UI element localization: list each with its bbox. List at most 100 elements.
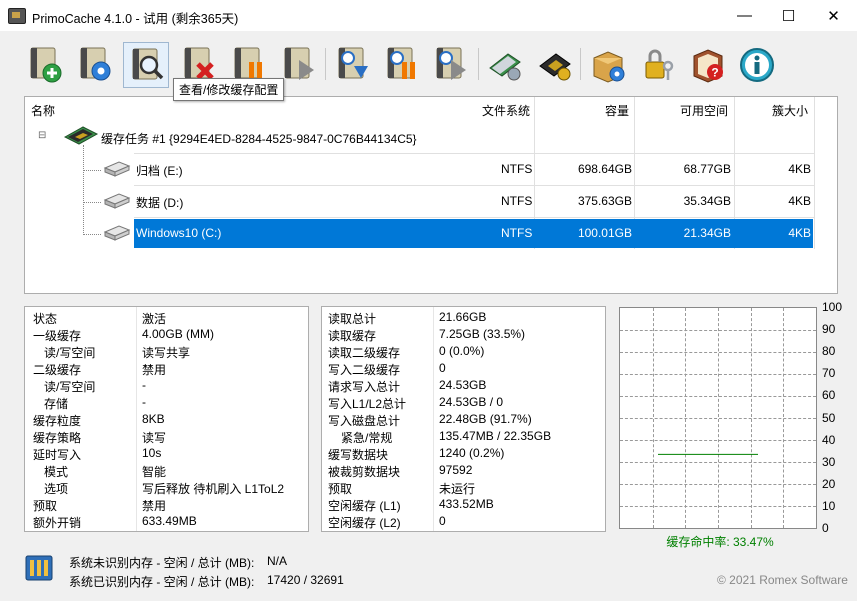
volume-free-space: 21.34GB — [683, 226, 731, 240]
row-value: 8KB — [142, 412, 165, 426]
row-value: 433.52MB — [439, 497, 494, 511]
column-capacity[interactable]: 容量 — [605, 102, 629, 119]
stats-row: 写入二级缓存 0 — [322, 359, 605, 377]
resume-all-icon — [436, 47, 466, 80]
resume-all-button[interactable] — [428, 42, 474, 88]
row-value: 633.49MB — [142, 514, 197, 528]
toolbar-separator — [478, 48, 479, 80]
config-row: 存储 - — [25, 393, 308, 411]
y-tick-label: 50 — [822, 411, 836, 425]
config-row: 二级缓存 禁用 — [25, 359, 308, 377]
pause-all-button[interactable] — [379, 42, 425, 88]
svg-text:?: ? — [711, 66, 718, 80]
stats-row: 请求写入总计 24.53GB — [322, 376, 605, 394]
config-row: 预取 禁用 — [25, 495, 308, 513]
maximize-button[interactable]: ☐ — [766, 0, 811, 31]
volume-capacity: 698.64GB — [577, 162, 632, 176]
volume-cluster-size: 4KB — [788, 162, 811, 176]
volume-free-space: 35.34GB — [683, 194, 731, 208]
config-row: 延时写入 10s — [25, 444, 308, 462]
column-free-space[interactable]: 可用空间 — [680, 102, 728, 119]
options-button[interactable] — [586, 42, 632, 88]
y-tick-label: 0 — [822, 521, 829, 535]
hit-rate-graph — [619, 307, 817, 529]
volume-free-space: 68.77GB — [683, 162, 731, 176]
volume-row-selected[interactable]: Windows10 (C:) NTFS 100.01GB 21.34GB 4KB — [25, 218, 815, 248]
column-name[interactable]: 名称 — [31, 102, 55, 119]
stats-row: 写入磁盘总计 22.48GB (91.7%) — [322, 410, 605, 428]
collapse-toggle[interactable]: ⊟ — [38, 130, 46, 141]
y-tick-label: 60 — [822, 388, 836, 402]
config-row: 读/写空间 - — [25, 376, 308, 394]
add-disk-icon — [30, 47, 62, 83]
title-bar: PrimoCache 4.1.0 - 试用 (剩余365天) — ☐ ✕ — [0, 0, 857, 31]
y-tick-label: 30 — [822, 455, 836, 469]
volume-name: 归档 (E:) — [136, 164, 183, 178]
config-row: 选项 写后释放 待机刷入 L1ToL2 — [25, 478, 308, 496]
stats-row: 被裁剪数据块 97592 — [322, 461, 605, 479]
key-lock-icon — [645, 49, 674, 80]
volume-name: Windows10 (C:) — [136, 226, 222, 240]
volume-capacity: 375.63GB — [577, 194, 632, 208]
volume-row[interactable]: 归档 (E:) NTFS 698.64GB 68.77GB 4KB — [25, 154, 815, 184]
column-cluster-size[interactable]: 簇大小 — [772, 102, 808, 119]
cache-config-panel: 状态 激活 一级缓存 4.00GB (MM) 读/写空间 读写共享 二级缓存 禁用 读/写空间 -… — [24, 306, 309, 532]
hard-drive-icon — [103, 161, 131, 177]
flush-disk-icon — [338, 47, 368, 79]
volume-row[interactable]: 数据 (D:) NTFS 375.63GB 35.34GB 4KB — [25, 186, 815, 216]
minimize-button[interactable]: — — [722, 0, 767, 31]
row-value: 22.48GB (91.7%) — [439, 412, 532, 426]
column-filesystem[interactable]: 文件系统 — [482, 102, 530, 119]
config-row: 模式 智能 — [25, 461, 308, 479]
row-value: 97592 — [439, 463, 473, 477]
search-disk-icon — [132, 48, 164, 80]
cache-settings-button[interactable] — [72, 42, 118, 88]
row-value: 24.53GB — [439, 378, 487, 392]
window-title: PrimoCache 4.1.0 - 试用 (剩余365天) — [32, 12, 239, 26]
stats-row: 读取缓存 7.25GB (33.5%) — [322, 325, 605, 343]
info-icon — [740, 48, 774, 82]
config-row: 缓存粒度 8KB — [25, 410, 308, 428]
view-config-button[interactable] — [123, 42, 169, 88]
help-button[interactable]: ? — [686, 42, 732, 88]
row-value: 4.00GB (MM) — [142, 327, 215, 341]
row-value: 0 (0.0%) — [439, 344, 485, 358]
row-value: - — [142, 395, 146, 409]
hard-drive-icon — [103, 225, 131, 241]
about-button[interactable] — [734, 42, 780, 88]
tree-header: 名称 文件系统 容量 可用空间 簇大小 — [25, 97, 835, 121]
flush-cache-button[interactable] — [330, 42, 376, 88]
cache-task-icon — [63, 126, 99, 145]
volume-cluster-size: 4KB — [788, 194, 811, 208]
memory-button[interactable] — [482, 42, 528, 88]
toolbar-separator — [325, 48, 326, 80]
memory-status-icon — [25, 555, 53, 581]
row-value: 21.66GB — [439, 310, 487, 324]
cache-task-row[interactable]: ⊟ 缓存任务 #1 {9294E4ED-8284-4525-9847-0C76B… — [25, 122, 815, 152]
package-gear-icon — [593, 51, 625, 83]
row-value: 10s — [142, 446, 162, 460]
stats-row: 读取二级缓存 0 (0.0%) — [322, 342, 605, 360]
help-book-icon: ? — [693, 49, 723, 83]
gear-disk-icon — [80, 47, 111, 81]
stats-row: 紧急/常规 135.47MB / 22.35GB — [322, 427, 605, 445]
volume-capacity: 100.01GB — [577, 226, 632, 240]
close-button[interactable]: ✕ — [811, 0, 856, 31]
cpu-button[interactable] — [532, 42, 578, 88]
volume-cluster-size: 4KB — [788, 226, 811, 240]
config-row: 状态 激活 — [25, 308, 308, 326]
stats-row: 空闲缓存 (L1) 433.52MB — [322, 495, 605, 513]
cache-task-tree[interactable]: 名称 文件系统 容量 可用空间 簇大小 ⊟ 缓存任务 #1 {9294E4ED-… — [24, 96, 838, 294]
stats-row: 预取 未运行 — [322, 478, 605, 496]
config-row: 读/写空间 读写共享 — [25, 342, 308, 360]
config-row: 额外开销 633.49MB — [25, 512, 308, 530]
y-tick-label: 100 — [822, 300, 843, 314]
license-button[interactable] — [636, 42, 682, 88]
recognized-memory-value: 17420 / 32691 — [267, 573, 344, 587]
create-cache-task-button[interactable] — [22, 42, 68, 88]
copyright: © 2021 Romex Software — [717, 573, 848, 587]
row-label: 额外开销 — [33, 516, 82, 530]
cpu-chip-icon — [539, 53, 571, 81]
volume-filesystem: NTFS — [501, 194, 533, 208]
row-value: 0 — [439, 514, 446, 528]
